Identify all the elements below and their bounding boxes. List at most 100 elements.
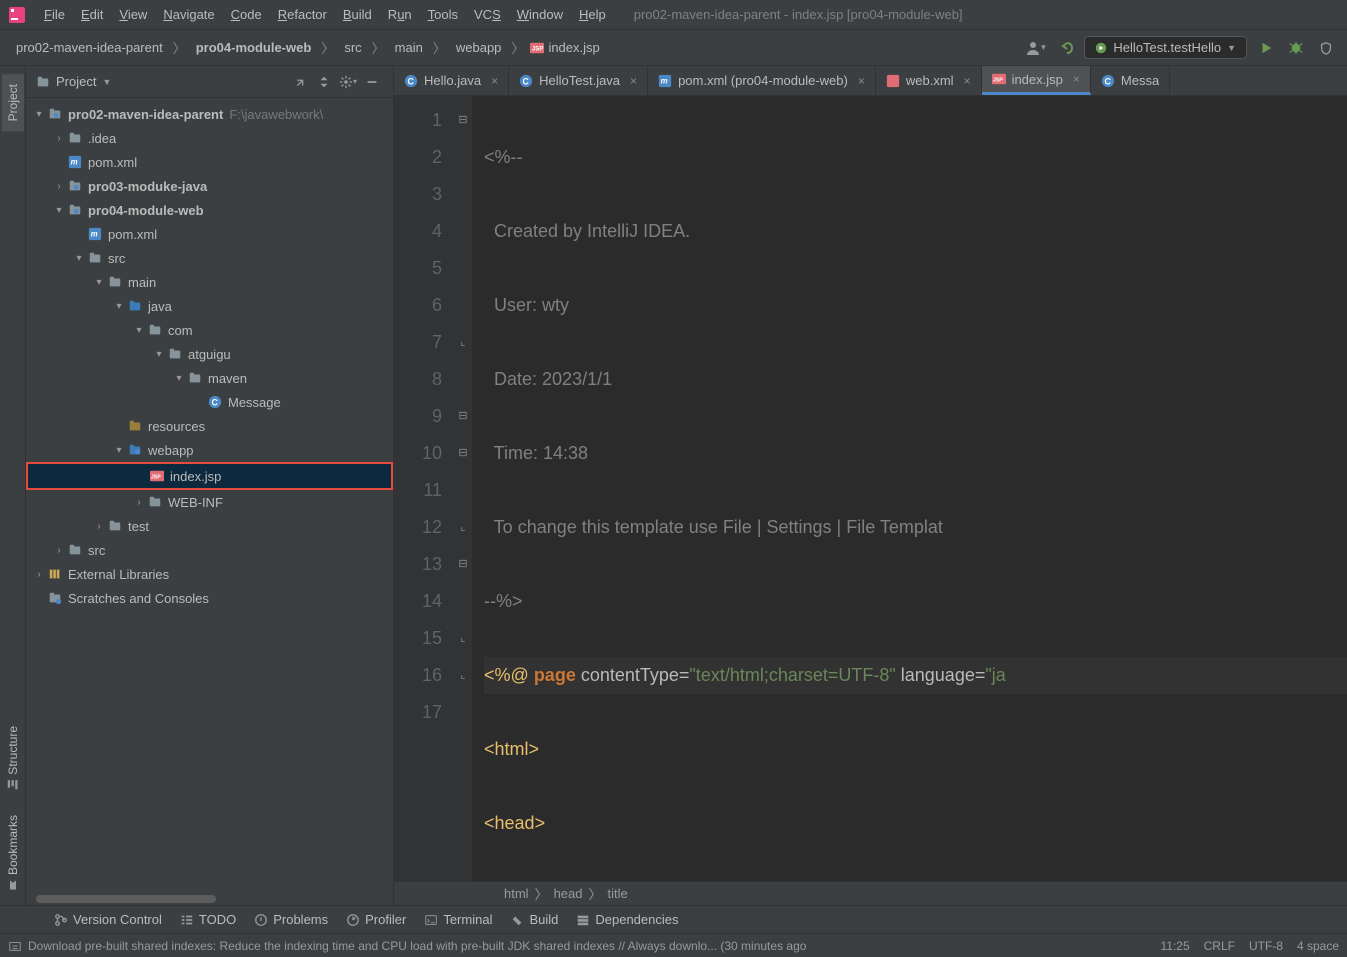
tree-indexjsp[interactable]: JSPindex.jsp xyxy=(28,464,391,488)
menu-run[interactable]: Run xyxy=(380,3,420,26)
tool-todo[interactable]: TODO xyxy=(180,912,236,927)
tree-java[interactable]: ▾java xyxy=(26,294,393,318)
rail-tab-project[interactable]: Project xyxy=(2,74,24,131)
menu-refactor[interactable]: Refactor xyxy=(270,3,335,26)
app-logo-icon xyxy=(8,6,26,24)
run-icon[interactable] xyxy=(1255,37,1277,59)
select-opened-icon[interactable] xyxy=(289,71,311,93)
tree-webapp[interactable]: ▾webapp xyxy=(26,438,393,462)
menu-bar: File Edit View Navigate Code Refactor Bu… xyxy=(0,0,1347,30)
tree-pom2[interactable]: mpom.xml xyxy=(26,222,393,246)
hide-icon[interactable] xyxy=(361,71,383,93)
tab-message[interactable]: CMessa xyxy=(1091,66,1170,95)
debug-icon[interactable] xyxy=(1285,37,1307,59)
menu-vcs[interactable]: VCS xyxy=(466,3,509,26)
menu-code[interactable]: Code xyxy=(223,3,270,26)
crumb-module[interactable]: pro04-module-web xyxy=(192,38,316,57)
back-icon[interactable] xyxy=(1054,37,1076,59)
svg-text:C: C xyxy=(1104,76,1111,86)
menu-edit[interactable]: Edit xyxy=(73,3,111,26)
status-encoding[interactable]: UTF-8 xyxy=(1249,939,1283,953)
tree-resources[interactable]: resources xyxy=(26,414,393,438)
project-scrollbar[interactable] xyxy=(26,895,367,905)
tool-profiler[interactable]: Profiler xyxy=(346,912,406,927)
crumb-src[interactable]: src xyxy=(340,38,365,57)
crumb-file[interactable]: JSP index.jsp xyxy=(530,40,599,55)
close-icon[interactable]: × xyxy=(858,74,865,88)
menu-help[interactable]: Help xyxy=(571,3,614,26)
tool-problems[interactable]: Problems xyxy=(254,912,328,927)
tree-root[interactable]: ▾ pro02-maven-idea-parent F:\javawebwork… xyxy=(26,102,393,126)
status-cursor[interactable]: 11:25 xyxy=(1160,939,1189,953)
tab-hellotest-java[interactable]: CHelloTest.java× xyxy=(509,66,648,95)
close-icon[interactable]: × xyxy=(964,74,971,88)
code-content[interactable]: <%-- Created by IntelliJ IDEA. User: wty… xyxy=(472,96,1347,881)
svg-text:m: m xyxy=(661,76,668,85)
ecrumb-html[interactable]: html xyxy=(504,886,529,901)
expand-all-icon[interactable] xyxy=(313,71,335,93)
close-icon[interactable]: × xyxy=(491,74,498,88)
status-indent[interactable]: 4 space xyxy=(1297,939,1339,953)
rail-tab-bookmarks[interactable]: Bookmarks xyxy=(2,805,24,901)
tree-webinf[interactable]: ›WEB-INF xyxy=(26,490,393,514)
close-icon[interactable]: × xyxy=(1073,72,1080,86)
tab-hello-java[interactable]: CHello.java× xyxy=(394,66,509,95)
tab-web-xml[interactable]: web.xml× xyxy=(876,66,982,95)
tree-maven[interactable]: ▾maven xyxy=(26,366,393,390)
tree-idea[interactable]: ›.idea xyxy=(26,126,393,150)
ecrumb-title[interactable]: title xyxy=(608,886,628,901)
coverage-icon[interactable] xyxy=(1315,37,1337,59)
project-tree[interactable]: ▾ pro02-maven-idea-parent F:\javawebwork… xyxy=(26,98,393,895)
tree-extlib[interactable]: ›External Libraries xyxy=(26,562,393,586)
run-config-selector[interactable]: HelloTest.testHello ▼ xyxy=(1084,36,1247,59)
tree-main[interactable]: ▾main xyxy=(26,270,393,294)
svg-text:C: C xyxy=(212,398,219,408)
status-bar: Download pre-built shared indexes: Reduc… xyxy=(0,933,1347,957)
close-icon[interactable]: × xyxy=(630,74,637,88)
status-eol[interactable]: CRLF xyxy=(1204,939,1235,953)
svg-text:m: m xyxy=(91,230,98,239)
tree-pom1[interactable]: mpom.xml xyxy=(26,150,393,174)
svg-text:C: C xyxy=(408,76,415,86)
status-message[interactable]: Download pre-built shared indexes: Reduc… xyxy=(8,939,1160,953)
menu-navigate[interactable]: Navigate xyxy=(155,3,222,26)
menu-view[interactable]: View xyxy=(111,3,155,26)
crumb-main[interactable]: main xyxy=(391,38,427,57)
svg-text:JSP: JSP xyxy=(151,475,161,481)
tool-build[interactable]: Build xyxy=(510,912,558,927)
tree-message[interactable]: CMessage xyxy=(26,390,393,414)
left-tool-rail: Project Structure Bookmarks xyxy=(0,66,26,905)
user-icon[interactable]: ▾ xyxy=(1024,37,1046,59)
crumb-webapp[interactable]: webapp xyxy=(452,38,506,57)
tree-src[interactable]: ▾src xyxy=(26,246,393,270)
settings-icon[interactable]: ▾ xyxy=(337,71,359,93)
tool-terminal[interactable]: Terminal xyxy=(424,912,492,927)
tab-index-jsp[interactable]: JSPindex.jsp× xyxy=(982,66,1091,95)
breadcrumb: pro02-maven-idea-parent〉 pro04-module-we… xyxy=(12,38,600,57)
menu-file[interactable]: File xyxy=(36,3,73,26)
tool-version-control[interactable]: Version Control xyxy=(54,912,162,927)
tree-scratches[interactable]: Scratches and Consoles xyxy=(26,586,393,610)
editor-breadcrumb: html〉 head〉 title xyxy=(394,881,1347,905)
highlight-indexjsp: JSPindex.jsp xyxy=(26,462,393,490)
menu-window[interactable]: Window xyxy=(509,3,571,26)
tree-com[interactable]: ▾com xyxy=(26,318,393,342)
fold-gutter[interactable]: ⊟⌞⊟⊟⌞⊟⌞⌞ xyxy=(454,96,472,881)
tree-src2[interactable]: ›src xyxy=(26,538,393,562)
tab-pom-xml[interactable]: mpom.xml (pro04-module-web)× xyxy=(648,66,876,95)
tree-pro04[interactable]: ▾pro04-module-web xyxy=(26,198,393,222)
tree-atguigu[interactable]: ▾atguigu xyxy=(26,342,393,366)
rail-tab-structure[interactable]: Structure xyxy=(2,716,24,801)
ecrumb-head[interactable]: head xyxy=(554,886,583,901)
nav-toolbar: pro02-maven-idea-parent〉 pro04-module-we… xyxy=(0,30,1347,66)
window-title: pro02-maven-idea-parent - index.jsp [pro… xyxy=(634,7,963,22)
tool-dependencies[interactable]: Dependencies xyxy=(576,912,678,927)
project-panel-title[interactable]: Project xyxy=(56,74,96,89)
crumb-root[interactable]: pro02-maven-idea-parent xyxy=(12,38,167,57)
menu-build[interactable]: Build xyxy=(335,3,380,26)
menu-tools[interactable]: Tools xyxy=(420,3,466,26)
tree-test[interactable]: ›test xyxy=(26,514,393,538)
editor-area: CHello.java× CHelloTest.java× mpom.xml (… xyxy=(394,66,1347,905)
editor-body[interactable]: 1234567891011121314151617 ⊟⌞⊟⊟⌞⊟⌞⌞ <%-- … xyxy=(394,96,1347,881)
tree-pro03[interactable]: ›pro03-moduke-java xyxy=(26,174,393,198)
